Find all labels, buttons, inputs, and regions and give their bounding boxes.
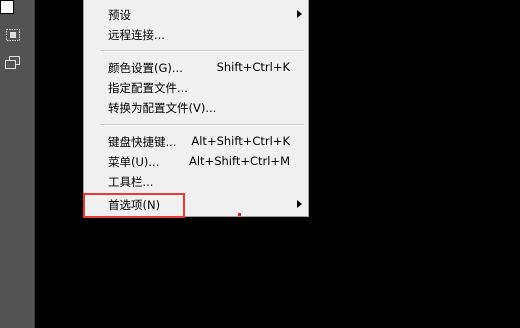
cursor-dot	[238, 213, 241, 216]
menu-item-assign-profile[interactable]: 指定配置文件...	[84, 77, 308, 97]
menu-separator	[100, 50, 304, 52]
quick-mask-icon[interactable]	[5, 28, 21, 42]
screen-mode-icon[interactable]	[5, 56, 21, 70]
menu-item-convert-to-profile[interactable]: 转换为配置文件(V)...	[84, 97, 308, 117]
menu-item-menus[interactable]: 菜单(U)... Alt+Shift+Ctrl+M	[84, 151, 308, 171]
menu-item-label: 远程连接...	[108, 28, 165, 42]
menu-item-label: 工具栏...	[108, 175, 154, 189]
menu-item-toolbar[interactable]: 工具栏...	[84, 171, 308, 191]
menu-item-remote-connections[interactable]: 远程连接...	[84, 24, 308, 44]
submenu-arrow-icon	[297, 200, 302, 208]
menu-item-presets[interactable]: 预设	[84, 4, 308, 24]
menu-item-shortcut: Alt+Shift+Ctrl+M	[188, 154, 290, 168]
foreground-color-swatch[interactable]	[0, 0, 14, 14]
menu-item-label: 颜色设置(G)...	[108, 61, 183, 75]
menu-item-label: 预设	[108, 8, 131, 22]
tools-panel	[0, 0, 35, 328]
menu-item-label: 指定配置文件...	[108, 81, 188, 95]
submenu-arrow-icon	[297, 10, 302, 18]
menu-separator	[100, 124, 304, 126]
menu-item-shortcut: Alt+Shift+Ctrl+K	[191, 134, 290, 148]
menu-item-shortcut: Shift+Ctrl+K	[216, 60, 290, 74]
menu-item-color-settings[interactable]: 颜色设置(G)... Shift+Ctrl+K	[84, 57, 308, 77]
menu-item-label: 转换为配置文件(V)...	[108, 101, 217, 115]
menu-item-keyboard-shortcuts[interactable]: 键盘快捷键... Alt+Shift+Ctrl+K	[84, 131, 308, 151]
menu-item-label: 菜单(U)...	[108, 155, 160, 169]
menu-item-label: 键盘快捷键...	[108, 135, 177, 149]
preferences-highlight-box	[83, 193, 185, 218]
edit-menu-dropdown: 预设 远程连接... 颜色设置(G)... Shift+Ctrl+K 指定配置文…	[83, 0, 309, 217]
